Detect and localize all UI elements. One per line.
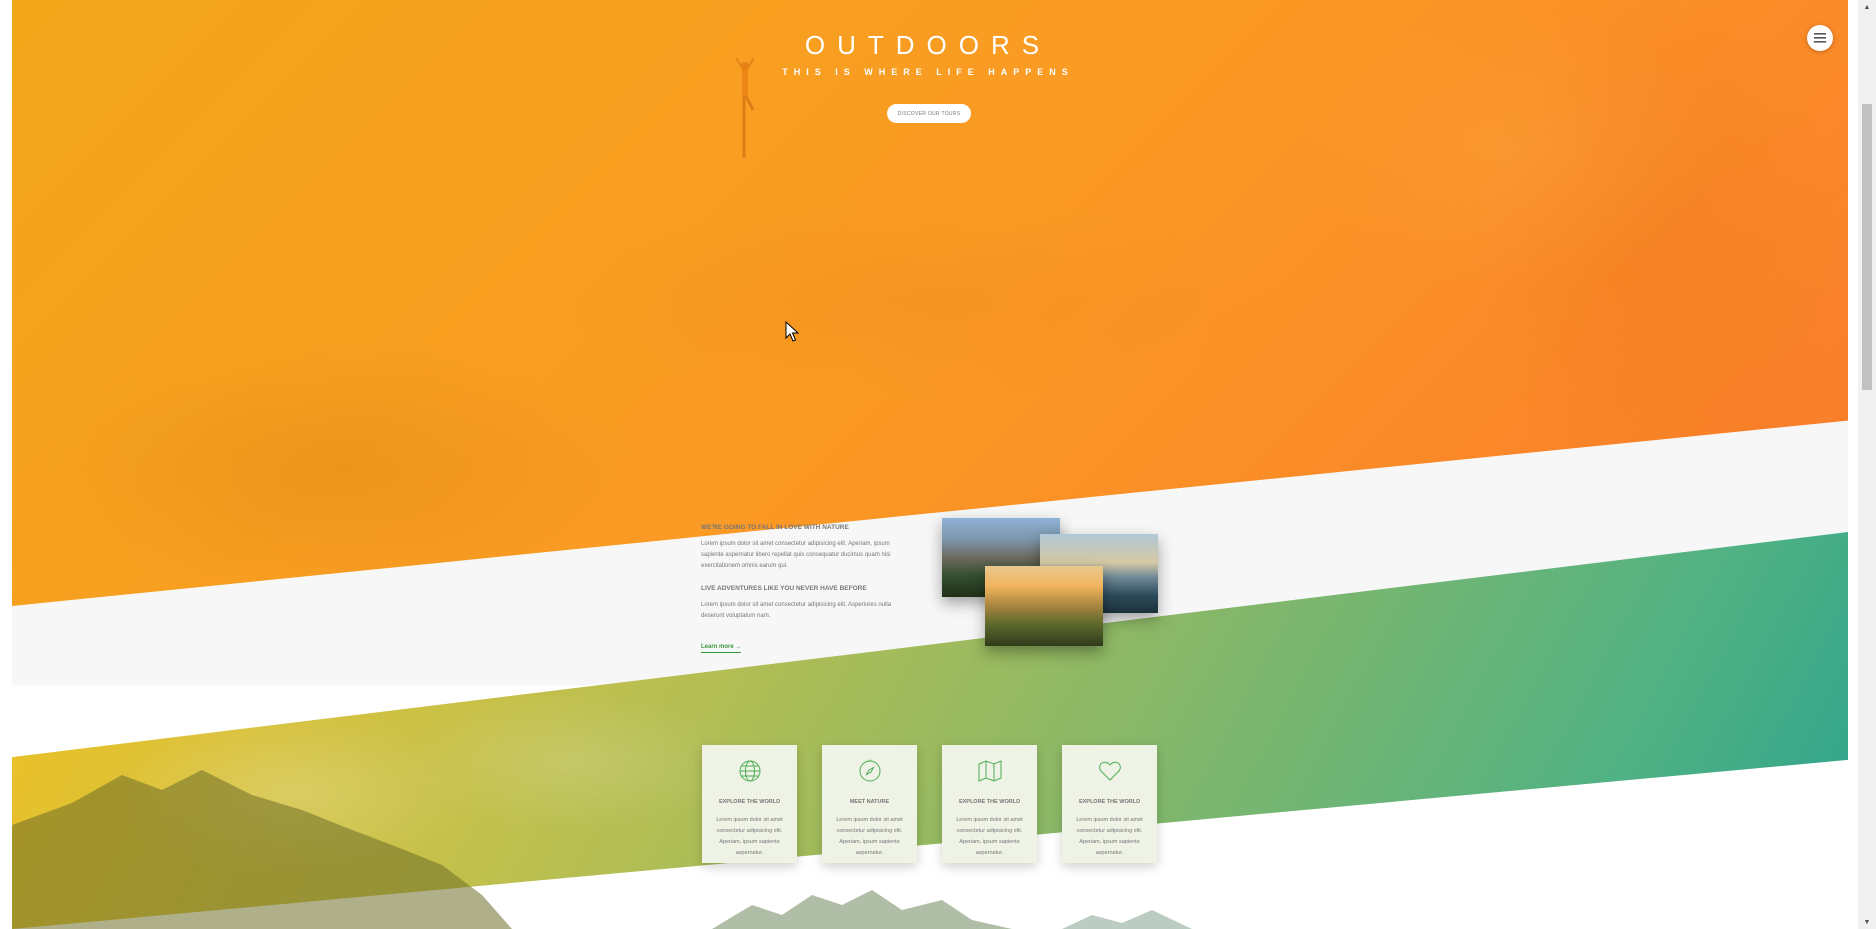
- page: OUTDOORS THIS IS WHERE LIFE HAPPENS DISC…: [0, 0, 1876, 929]
- feature-title: EXPLORE THE WORLD: [718, 799, 781, 805]
- feature-card: EXPLORE THE WORLD Lorem ipsum dolor sit …: [942, 745, 1037, 863]
- compass-icon: [859, 759, 881, 782]
- left-gutter: [0, 0, 12, 929]
- discover-tours-button[interactable]: DISCOVER OUR TOURS: [887, 104, 971, 123]
- about-paragraph-1: Lorem ipsum dolor sit amet consectetur a…: [701, 541, 891, 569]
- feature-text: Lorem ipsum dolor sit amet consectetur a…: [716, 817, 783, 856]
- map-icon: [978, 760, 1002, 782]
- feature-card: EXPLORE THE WORLD Lorem ipsum dolor sit …: [702, 745, 797, 863]
- scrollbar[interactable]: ▲ ▼: [1858, 0, 1876, 929]
- heart-icon: [1099, 761, 1121, 781]
- learn-more-link[interactable]: Learn more →: [701, 644, 742, 653]
- about-heading-1: WE'RE GOING TO FALL IN LOVE WITH NATURE: [701, 524, 849, 531]
- about-heading-2: LIVE ADVENTURES LIKE YOU NEVER HAVE BEFO…: [701, 585, 867, 592]
- feature-card: MEET NATURE Lorem ipsum dolor sit amet c…: [822, 745, 917, 863]
- menu-button[interactable]: [1807, 25, 1833, 51]
- about-paragraph-2: Lorem ipsum dolor sit amet consectetur a…: [701, 602, 892, 619]
- hero-subtitle: THIS IS WHERE LIFE HAPPENS: [782, 67, 1074, 77]
- feature-card: EXPLORE THE WORLD Lorem ipsum dolor sit …: [1062, 745, 1157, 863]
- hamburger-menu-icon: [1814, 33, 1826, 43]
- scroll-down-arrow-icon[interactable]: ▼: [1858, 915, 1876, 929]
- feature-title: EXPLORE THE WORLD: [958, 799, 1021, 805]
- scroll-thumb[interactable]: [1862, 104, 1872, 390]
- hero-title: OUTDOORS: [804, 30, 1052, 60]
- globe-icon: [739, 760, 761, 782]
- feature-title: EXPLORE THE WORLD: [1078, 799, 1141, 805]
- about-text-block: WE'RE GOING TO FALL IN LOVE WITH NATURE …: [701, 524, 901, 653]
- feature-title: MEET NATURE: [849, 799, 890, 805]
- feature-text: Lorem ipsum dolor sit amet consectetur a…: [956, 817, 1023, 856]
- feature-text: Lorem ipsum dolor sit amet consectetur a…: [836, 817, 903, 856]
- scroll-up-arrow-icon[interactable]: ▲: [1858, 0, 1876, 14]
- mountains-image: [12, 770, 1192, 929]
- mouse-cursor-icon: [785, 321, 799, 342]
- feature-text: Lorem ipsum dolor sit amet consectetur a…: [1076, 817, 1143, 856]
- photo-ridge[interactable]: [985, 566, 1103, 646]
